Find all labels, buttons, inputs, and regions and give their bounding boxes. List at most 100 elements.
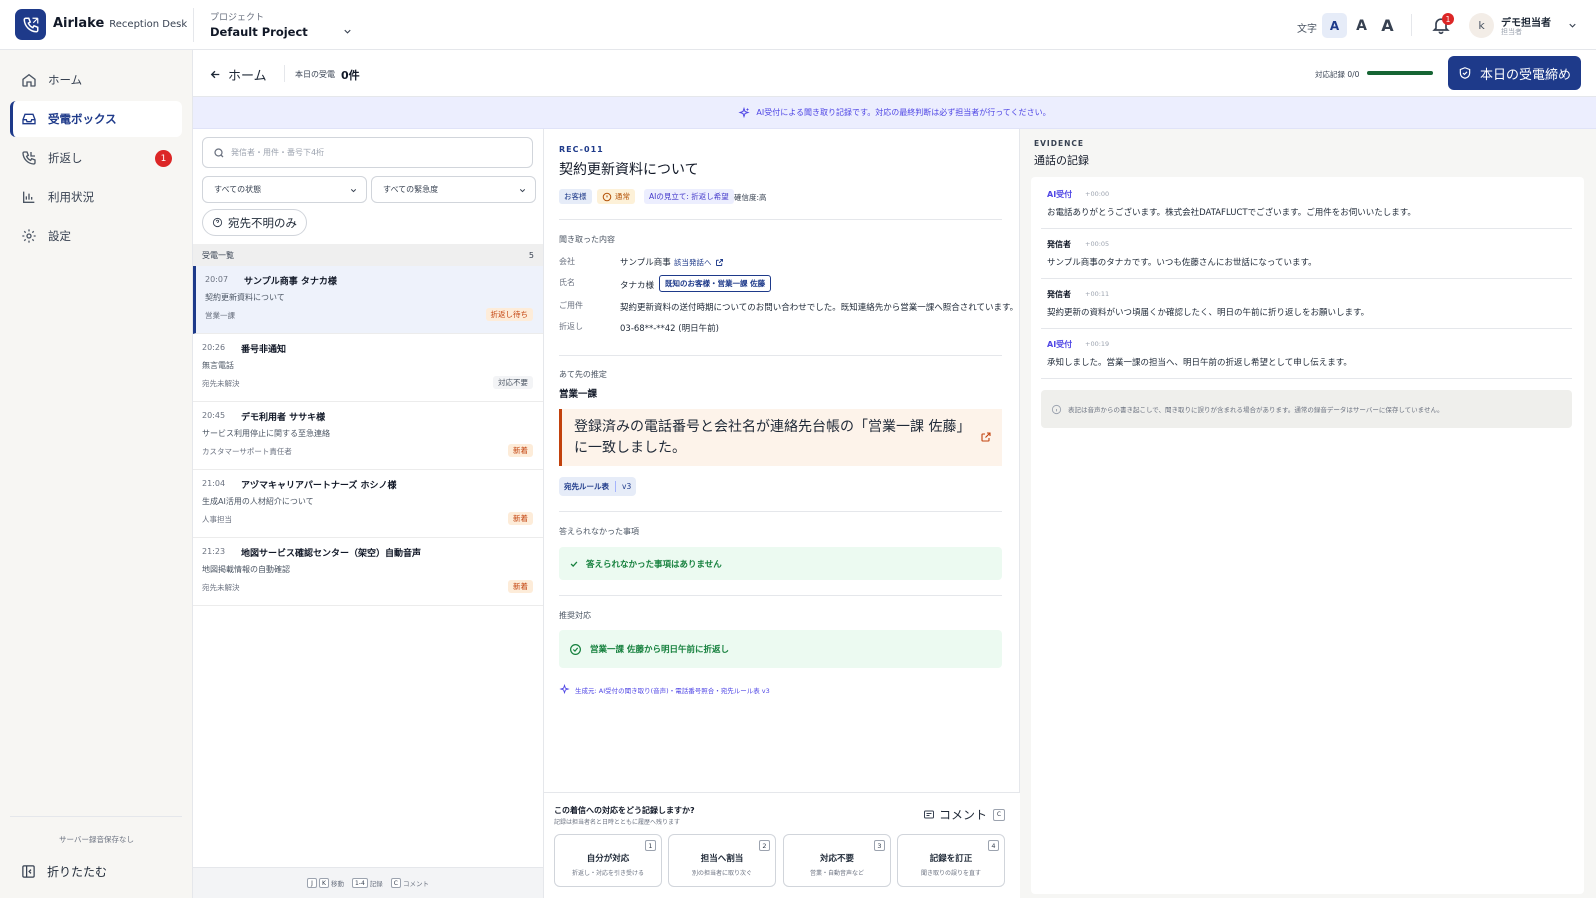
comment-shortcut-key: C <box>993 808 1006 821</box>
chevron-down-icon[interactable] <box>1565 18 1579 32</box>
urgency-filter-value: すべての緊急度 <box>383 185 439 194</box>
utterance: お電話ありがとうございます。株式会社DATAFLUCTでございます。ご用件をお伺… <box>1047 208 1416 218</box>
destination-reason-callout: 登録済みの電話番号と会社名が連絡先台帳の「営業一課 佐藤」に一致しました。 <box>559 409 1002 466</box>
app-logo[interactable] <box>15 9 46 40</box>
correct-record-button[interactable]: 4 記録を訂正 聞き取りの誤りを直す <box>897 834 1005 887</box>
routing-rule-tag[interactable]: 宛先ルール表 v3 <box>559 477 637 496</box>
action-panel: この着信への対応をどう記録しますか? 記録は担当者名と日時とともに履歴へ残ります… <box>544 792 1020 898</box>
shortcut-key: 2 <box>759 840 770 851</box>
sidebar-item-label: ホーム <box>48 73 83 87</box>
call-summary: 地図掲載情報の自動確認 <box>202 565 290 574</box>
evidence-title: 通話の記録 <box>1034 154 1089 167</box>
list-item[interactable]: 20:26 番号非通知 無言電話 宛先未解決 対応不要 <box>193 334 543 402</box>
shortcut-label: 記録 <box>369 880 383 888</box>
section-destination: あて先の推定 <box>559 370 607 379</box>
collapse-sidebar-button[interactable]: 折りたたむ <box>10 853 182 889</box>
divider <box>615 481 616 492</box>
rule-version: v3 <box>622 482 632 491</box>
list-header-title: 受電一覧 <box>202 250 234 260</box>
shortcut-key: 1-4 <box>351 878 368 888</box>
call-assignee: 人事担当 <box>202 515 232 524</box>
shortcut-key: 4 <box>988 840 999 851</box>
timestamp: +00:19 <box>1085 340 1110 348</box>
sidebar-item-callback[interactable]: 折返し 1 <box>10 140 182 176</box>
close-day-button[interactable]: 本日の受電締め <box>1448 56 1581 90</box>
phone-callback-icon <box>22 151 36 165</box>
utterance: サンプル商事のタナカです。いつも佐藤さんにお世話になっています。 <box>1047 258 1317 268</box>
arrow-left-icon <box>210 70 220 79</box>
chevron-down-icon[interactable] <box>340 24 354 38</box>
external-link-icon <box>715 259 723 266</box>
transcript-note: 表記は音声からの書き起こしで、聞き取りに誤りが含まれる場合があります。通常の録音… <box>1041 390 1572 428</box>
recommendation-box: 営業一課 佐藤から明日午前に折返し <box>559 630 1002 668</box>
server-recording-note: サーバー録音保存なし <box>59 835 134 844</box>
sidebar-item-home[interactable]: ホーム <box>10 62 182 98</box>
action-button-desc: 営業・自動音声など <box>809 870 864 877</box>
status-filter-select[interactable]: すべての状態 <box>202 176 367 203</box>
destination-reason-text: 登録済みの電話番号と会社名が連絡先台帳の「営業一課 佐藤」に一致しました。 <box>574 419 971 456</box>
self-handle-button[interactable]: 1 自分が対応 折返し・対応を引き受ける <box>554 834 662 887</box>
utterance: 承知しました。営業一課の担当へ、明日午前の折返し希望として申し伝えます。 <box>1047 358 1352 368</box>
no-action-button[interactable]: 3 対応不要 営業・自動音声など <box>783 834 891 887</box>
phone-icon <box>22 17 38 33</box>
transcript-note-text: 表記は音声からの書き起こしで、聞き取りに誤りが含まれる場合があります。通常の録音… <box>1068 406 1444 414</box>
project-selector[interactable]: Default Project <box>210 25 308 39</box>
section-heard: 聞き取った内容 <box>559 235 615 244</box>
app-header: Airlake Reception Desk プロジェクト Default Pro… <box>0 0 1596 50</box>
generation-source: 生成元: AI受付の聞き取り(音声)・電話番号照合・宛先ルール表 v3 <box>559 684 770 695</box>
caller-name: サンプル商事 タナカ様 <box>244 277 337 287</box>
jump-to-utterance-link[interactable]: 該当発話へ <box>674 257 724 268</box>
transcript-message: 発信者 +00:05 サンプル商事のタナカです。いつも佐藤さんにお世話になってい… <box>1041 229 1572 279</box>
back-home-link[interactable]: ホーム <box>209 65 267 84</box>
sidebar-item-usage[interactable]: 利用状況 <box>10 179 182 215</box>
check-circle-icon <box>570 643 581 655</box>
call-summary: サービス利用停止に関する至急連絡 <box>202 429 330 438</box>
transcript-message: AI受付 +00:19 承知しました。営業一課の担当へ、明日午前の折返し希望とし… <box>1041 329 1572 379</box>
sidebar-item-settings[interactable]: 設定 <box>10 218 182 254</box>
external-link-icon[interactable] <box>980 431 992 443</box>
font-size-medium-button[interactable]: A <box>1349 13 1374 38</box>
detail-title: 契約更新資料について <box>559 162 699 178</box>
sidebar-item-label: 利用状況 <box>48 190 94 204</box>
call-detail-panel: REC-011 契約更新資料について お客様 通常 AIの見立て: 折返し希望 … <box>544 129 1020 898</box>
unanswered-text: 答えられなかった事項はありません <box>586 559 722 570</box>
comment-button[interactable]: コメント C <box>923 806 1007 823</box>
search-input[interactable]: 発信者・用件・番号下4桁 <box>202 137 533 168</box>
notification-count: 1 <box>1442 13 1454 25</box>
progress-label: 対応記録 0/0 <box>1315 70 1360 79</box>
avatar[interactable]: k <box>1469 13 1494 38</box>
font-size-large-button[interactable]: A <box>1375 13 1400 38</box>
list-item[interactable]: 21:23 地図サービス確認センター（架空）自動音声 地図掲載情報の自動確認 宛… <box>193 538 543 606</box>
list-item[interactable]: 20:07 サンプル商事 タナカ様 契約更新資料について 営業一課 折返し待ち <box>193 266 543 334</box>
status-badge: 新着 <box>508 580 533 593</box>
call-summary: 契約更新資料について <box>205 293 285 302</box>
shield-check-icon <box>1459 67 1471 79</box>
list-item[interactable]: 21:04 アヅマキャリアパートナーズ ホシノ様 生成AI活用の人材紹介について… <box>193 470 543 538</box>
callback-count-badge: 1 <box>155 150 172 167</box>
unanswered-box: 答えられなかった事項はありません <box>559 547 1002 580</box>
speaker: 発信者 <box>1047 290 1071 299</box>
font-size-small-button[interactable]: A <box>1322 13 1347 38</box>
list-item[interactable]: 20:45 デモ利用者 ササキ様 サービス利用停止に関する至急連絡 カスタマーサ… <box>193 402 543 470</box>
app-brand: Airlake Reception Desk <box>53 16 187 31</box>
project-label: プロジェクト <box>210 13 265 23</box>
divider <box>559 511 1002 512</box>
status-badge: 折返し待ち <box>485 308 533 321</box>
keyboard-shortcuts-bar: J K 移動 1-4 記録 C コメント <box>193 867 543 898</box>
action-button-label: 自分が対応 <box>586 854 630 864</box>
field-purpose-value: 契約更新資料の送付時期についてのお問い合わせでした。既知連絡先から営業一課へ照合… <box>620 303 1019 313</box>
unknown-only-toggle[interactable]: 宛先不明のみ <box>202 209 307 236</box>
status-badge: 新着 <box>508 512 533 525</box>
sidebar-item-label: 設定 <box>48 229 71 243</box>
known-customer-tag[interactable]: 既知のお客様・営業一課 佐藤 <box>659 275 772 292</box>
section-unanswered: 答えられなかった事項 <box>559 527 639 536</box>
section-recommendation: 推奨対応 <box>559 611 591 620</box>
assign-button[interactable]: 2 担当へ割当 別の担当者に取り次ぐ <box>668 834 776 887</box>
timestamp: +00:11 <box>1085 290 1110 298</box>
ai-notice-text: AI受付による聞き取り記録です。対応の最終判断は必ず担当者が行ってください。 <box>756 108 1051 117</box>
field-callback-value: 03-68**-**42 (明日午前) <box>620 324 719 334</box>
urgency-filter-select[interactable]: すべての緊急度 <box>371 176 536 203</box>
inbox-icon <box>22 113 36 125</box>
sidebar-item-inbox[interactable]: 受電ボックス <box>10 101 182 137</box>
caller-name: 番号非通知 <box>241 345 287 355</box>
